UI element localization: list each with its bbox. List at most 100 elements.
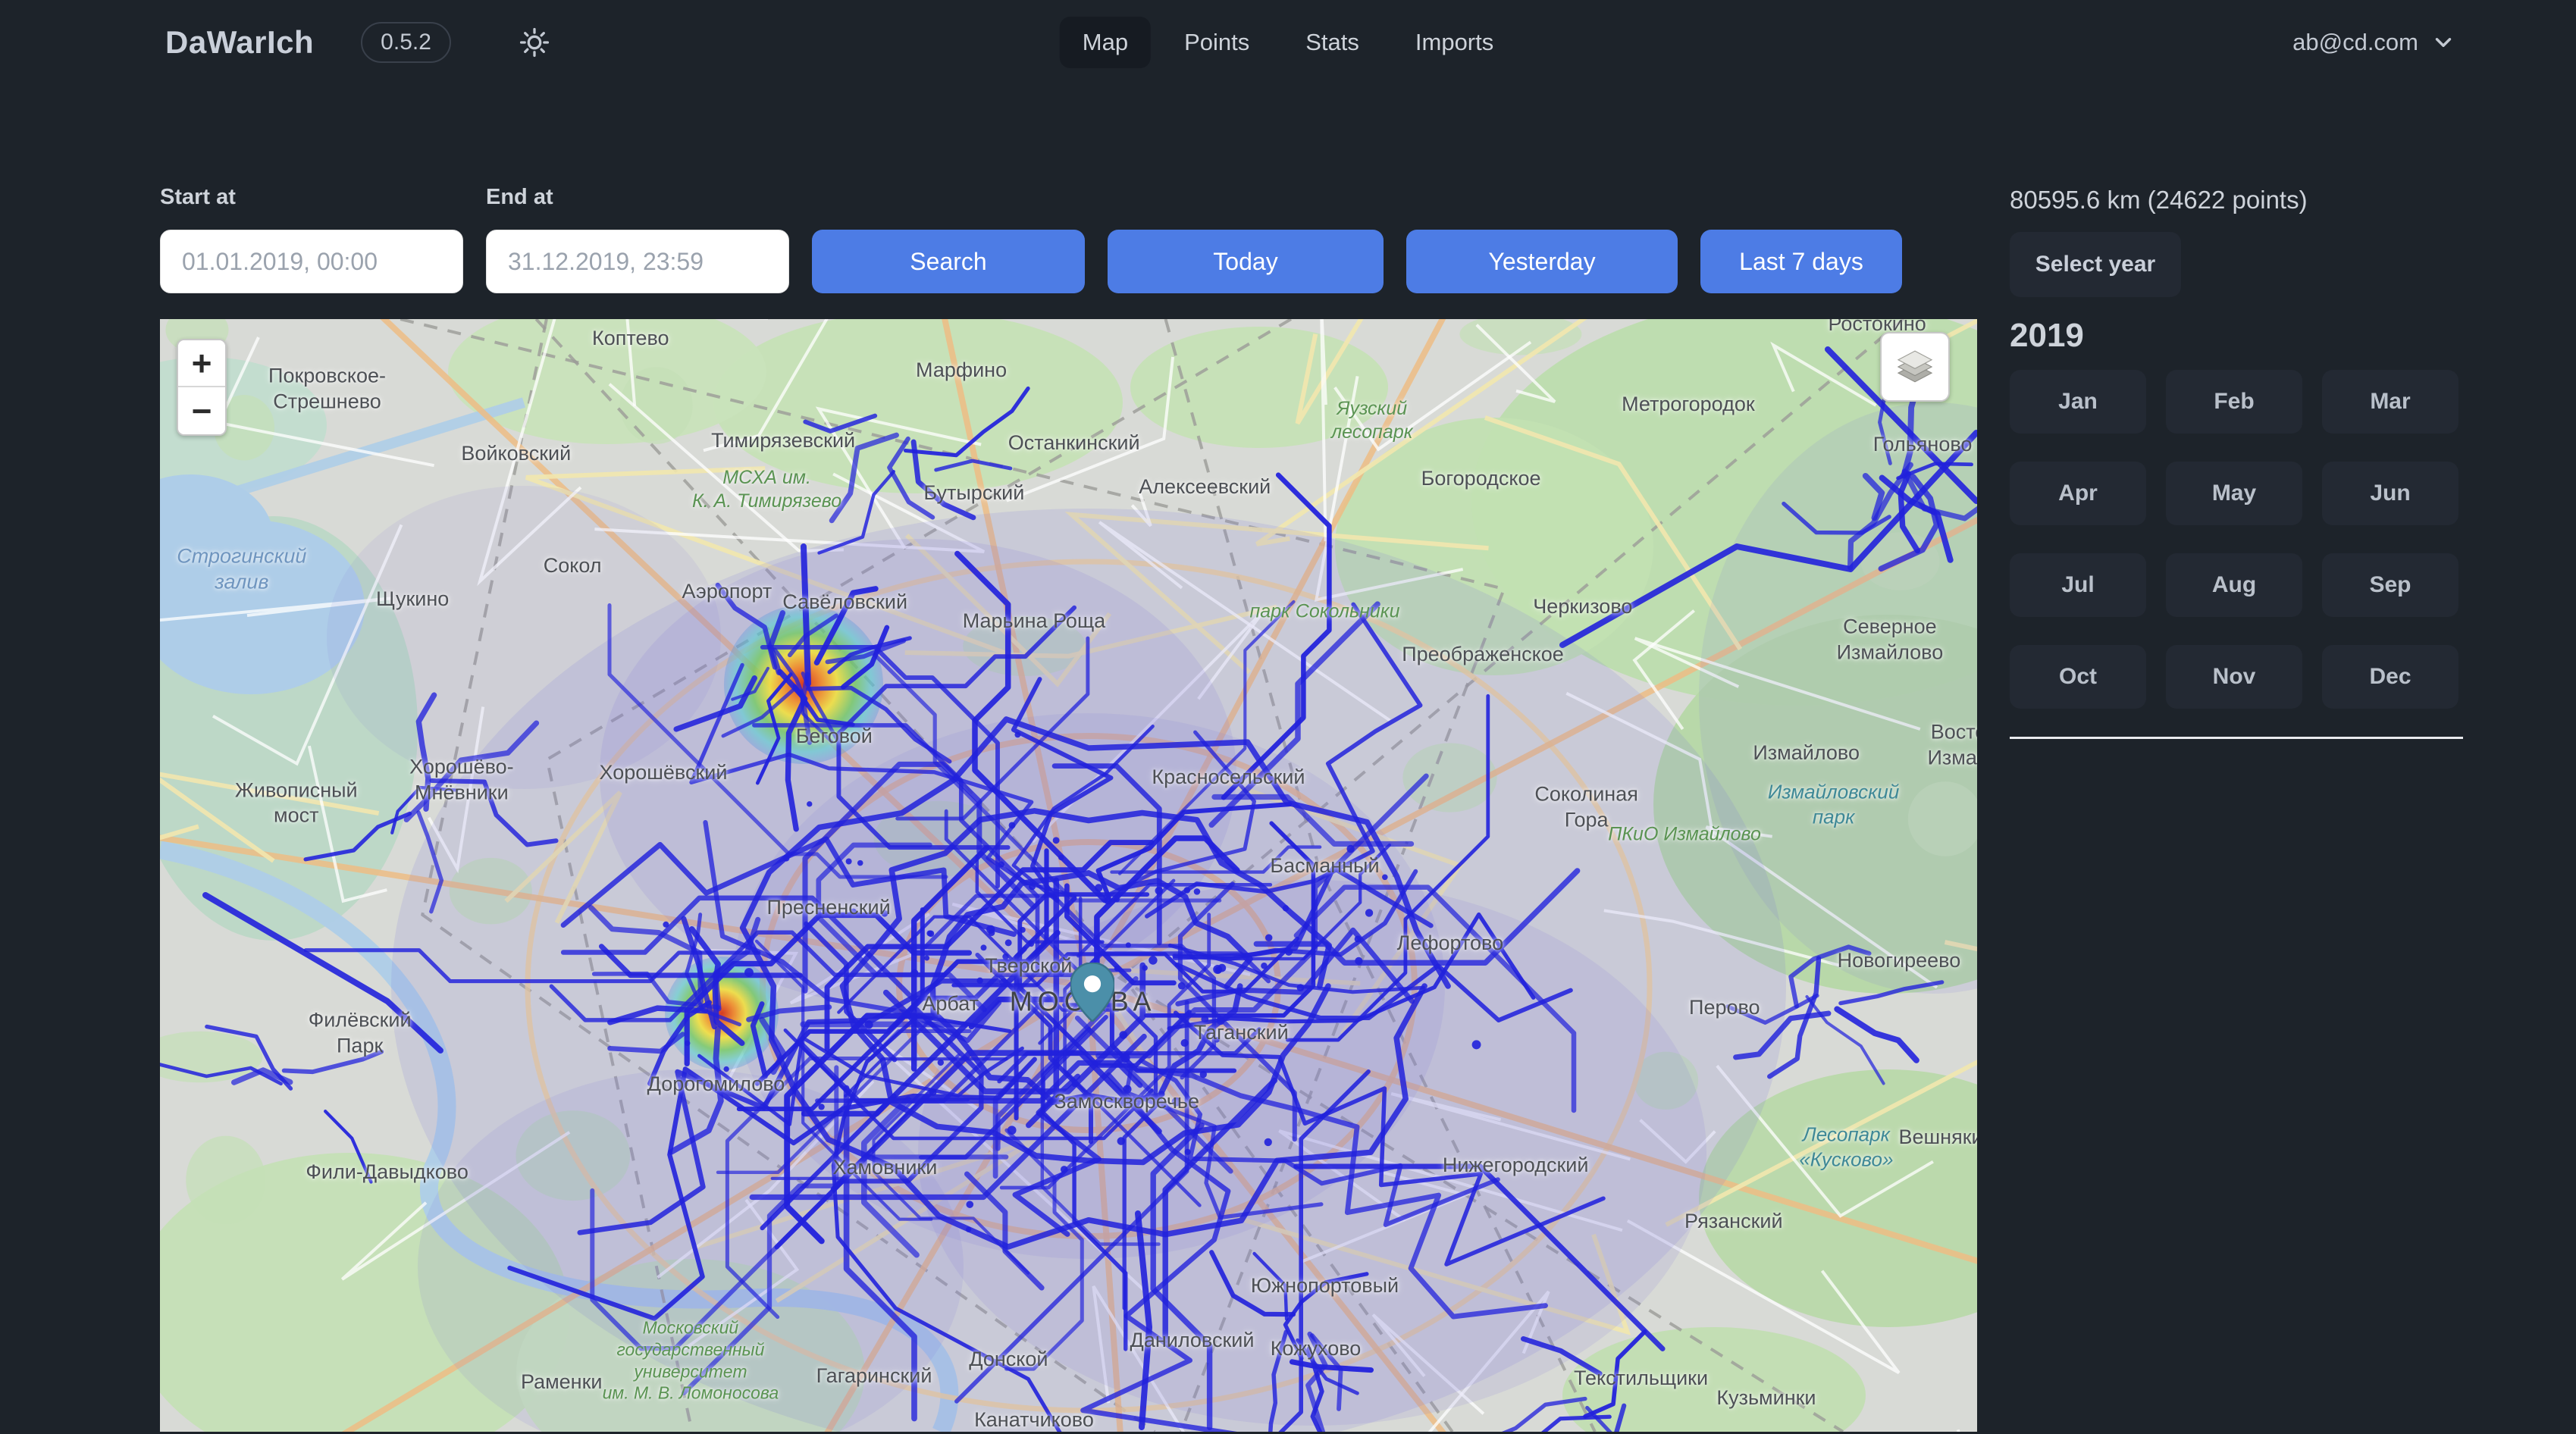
layers-icon: [1893, 345, 1937, 389]
theme-toggle-button[interactable]: [518, 26, 551, 59]
month-button-aug[interactable]: Aug: [2166, 553, 2302, 617]
map-label: Нижегородский: [1443, 1153, 1589, 1179]
tab-imports[interactable]: Imports: [1393, 17, 1516, 68]
map-label: Алексеевский: [1139, 474, 1271, 500]
month-button-dec[interactable]: Dec: [2322, 645, 2458, 709]
map-label: Дорогомилово: [647, 1072, 785, 1097]
map-label: Арбат: [922, 991, 979, 1017]
map-label: Южнопортовый: [1251, 1273, 1399, 1299]
yesterday-button[interactable]: Yesterday: [1406, 230, 1678, 293]
map-label: Новогиреево: [1838, 948, 1961, 974]
map-label: ПКиО Измайлово: [1608, 822, 1761, 846]
map-label: Лефортово: [1397, 931, 1504, 957]
date-filter-bar: Start at End at Search Today Yesterday L…: [160, 185, 1977, 293]
map-label: Вешняки: [1898, 1126, 1977, 1151]
layers-control[interactable]: [1880, 332, 1950, 402]
month-button-may[interactable]: May: [2166, 462, 2302, 525]
map-label: Измайлово: [1753, 740, 1860, 766]
search-button[interactable]: Search: [812, 230, 1085, 293]
month-grid: Jan Feb Mar Apr May Jun Jul Aug Sep Oct Nov Dec: [2010, 370, 2484, 709]
page-content: Start at End at Search Today Yesterday L…: [0, 185, 2576, 1432]
tab-stats[interactable]: Stats: [1283, 17, 1382, 68]
map-label: Марьина Роща: [963, 609, 1105, 634]
main-column: Start at End at Search Today Yesterday L…: [160, 185, 1977, 1432]
map-label: Фили-Давыдково: [306, 1160, 468, 1185]
chevron-down-icon: [2430, 30, 2456, 55]
start-at-label: Start at: [160, 185, 463, 210]
map-label: Пресненский: [766, 895, 890, 921]
map-label: Богородское: [1421, 467, 1541, 493]
map-label: Красносельский: [1152, 765, 1305, 791]
map-label: Хамовники: [832, 1155, 937, 1181]
month-button-mar[interactable]: Mar: [2322, 370, 2458, 434]
map-label: Перово: [1689, 995, 1760, 1021]
map-label: Донской: [969, 1347, 1048, 1373]
app-logo[interactable]: DaWarIch: [165, 24, 314, 61]
map-label: Восточное Измайлово: [1927, 719, 1977, 771]
map-label: Аэропорт: [682, 579, 772, 605]
map-label: Щукино: [376, 587, 449, 612]
map-label: Хорошёвский: [599, 760, 727, 786]
month-button-feb[interactable]: Feb: [2166, 370, 2302, 434]
map-label: Московский государственный университет и…: [603, 1317, 779, 1404]
map-label: Покровское- Стрешнево: [268, 364, 386, 415]
month-button-jun[interactable]: Jun: [2322, 462, 2458, 525]
today-button[interactable]: Today: [1108, 230, 1384, 293]
map-label: Гагаринский: [816, 1364, 932, 1389]
map-label: Таганский: [1194, 1021, 1289, 1047]
map-container[interactable]: Покровское- СтрешневоКоптевоМарфиноРосто…: [160, 319, 1977, 1432]
tab-map[interactable]: Map: [1060, 17, 1151, 68]
year-heading: 2019: [2010, 317, 2484, 355]
map-label: Коптево: [592, 327, 669, 352]
month-button-apr[interactable]: Apr: [2010, 462, 2146, 525]
account-menu[interactable]: ab@cd.com: [2292, 29, 2456, 56]
map-label: Тверской: [985, 954, 1072, 980]
end-at-label: End at: [486, 185, 789, 210]
map-label: Раменки: [521, 1370, 603, 1396]
tab-points[interactable]: Points: [1161, 17, 1272, 68]
map-label: Кожухово: [1271, 1336, 1362, 1362]
month-button-nov[interactable]: Nov: [2166, 645, 2302, 709]
nav-tabs: Map Points Stats Imports: [1060, 17, 1517, 68]
last-7-days-button[interactable]: Last 7 days: [1700, 230, 1902, 293]
map-label: МСХА им. К. А. Тимирязево: [692, 465, 841, 513]
end-at-field: End at: [486, 185, 789, 293]
map-marker[interactable]: [1070, 963, 1114, 1025]
map-label: Метрогородок: [1622, 392, 1755, 418]
map-label: Лесопарк «Кусково»: [1799, 1122, 1893, 1172]
map-label: Замоскворечье: [1054, 1090, 1199, 1116]
navbar: DaWarIch 0.5.2 Map Points Stats Imports …: [0, 0, 2576, 85]
map-label: Басманный: [1270, 853, 1379, 879]
map-label: Гольяново: [1873, 432, 1973, 458]
map-label: Черкизово: [1533, 594, 1632, 620]
map-label: Кузьминки: [1716, 1385, 1816, 1411]
end-at-input[interactable]: [486, 230, 789, 293]
map-label: Даниловский: [1130, 1328, 1255, 1354]
account-email: ab@cd.com: [2292, 29, 2418, 56]
map-label: Марфино: [916, 358, 1007, 384]
map-label: Останкинский: [1008, 431, 1140, 457]
map-label: Канатчиково: [974, 1407, 1094, 1432]
select-year-button[interactable]: Select year: [2010, 232, 2181, 297]
month-button-sep[interactable]: Sep: [2322, 553, 2458, 617]
map-labels-layer: Покровское- СтрешневоКоптевоМарфиноРосто…: [160, 319, 1977, 1432]
zoom-out-button[interactable]: −: [178, 387, 225, 434]
sidebar-divider: [2010, 737, 2463, 739]
map-label: Текстильщики: [1574, 1366, 1708, 1392]
map-label: Сокол: [544, 553, 602, 579]
map-label: Хорошёво- Мнёвники: [409, 754, 513, 806]
map-label: Строгинский залив: [177, 544, 306, 596]
map-label: Живописный мост: [235, 778, 358, 829]
map-label: Измайловский парк: [1768, 780, 1899, 829]
zoom-in-button[interactable]: +: [178, 340, 225, 387]
map-label: Тимирязевский: [711, 429, 855, 455]
start-at-field: Start at: [160, 185, 463, 293]
month-button-jan[interactable]: Jan: [2010, 370, 2146, 434]
zoom-control: + −: [177, 339, 227, 436]
start-at-input[interactable]: [160, 230, 463, 293]
month-button-oct[interactable]: Oct: [2010, 645, 2146, 709]
month-button-jul[interactable]: Jul: [2010, 553, 2146, 617]
map-label: Филёвский Парк: [309, 1008, 412, 1060]
map-label: Преображенское: [1402, 642, 1564, 668]
sun-icon: [518, 26, 551, 59]
